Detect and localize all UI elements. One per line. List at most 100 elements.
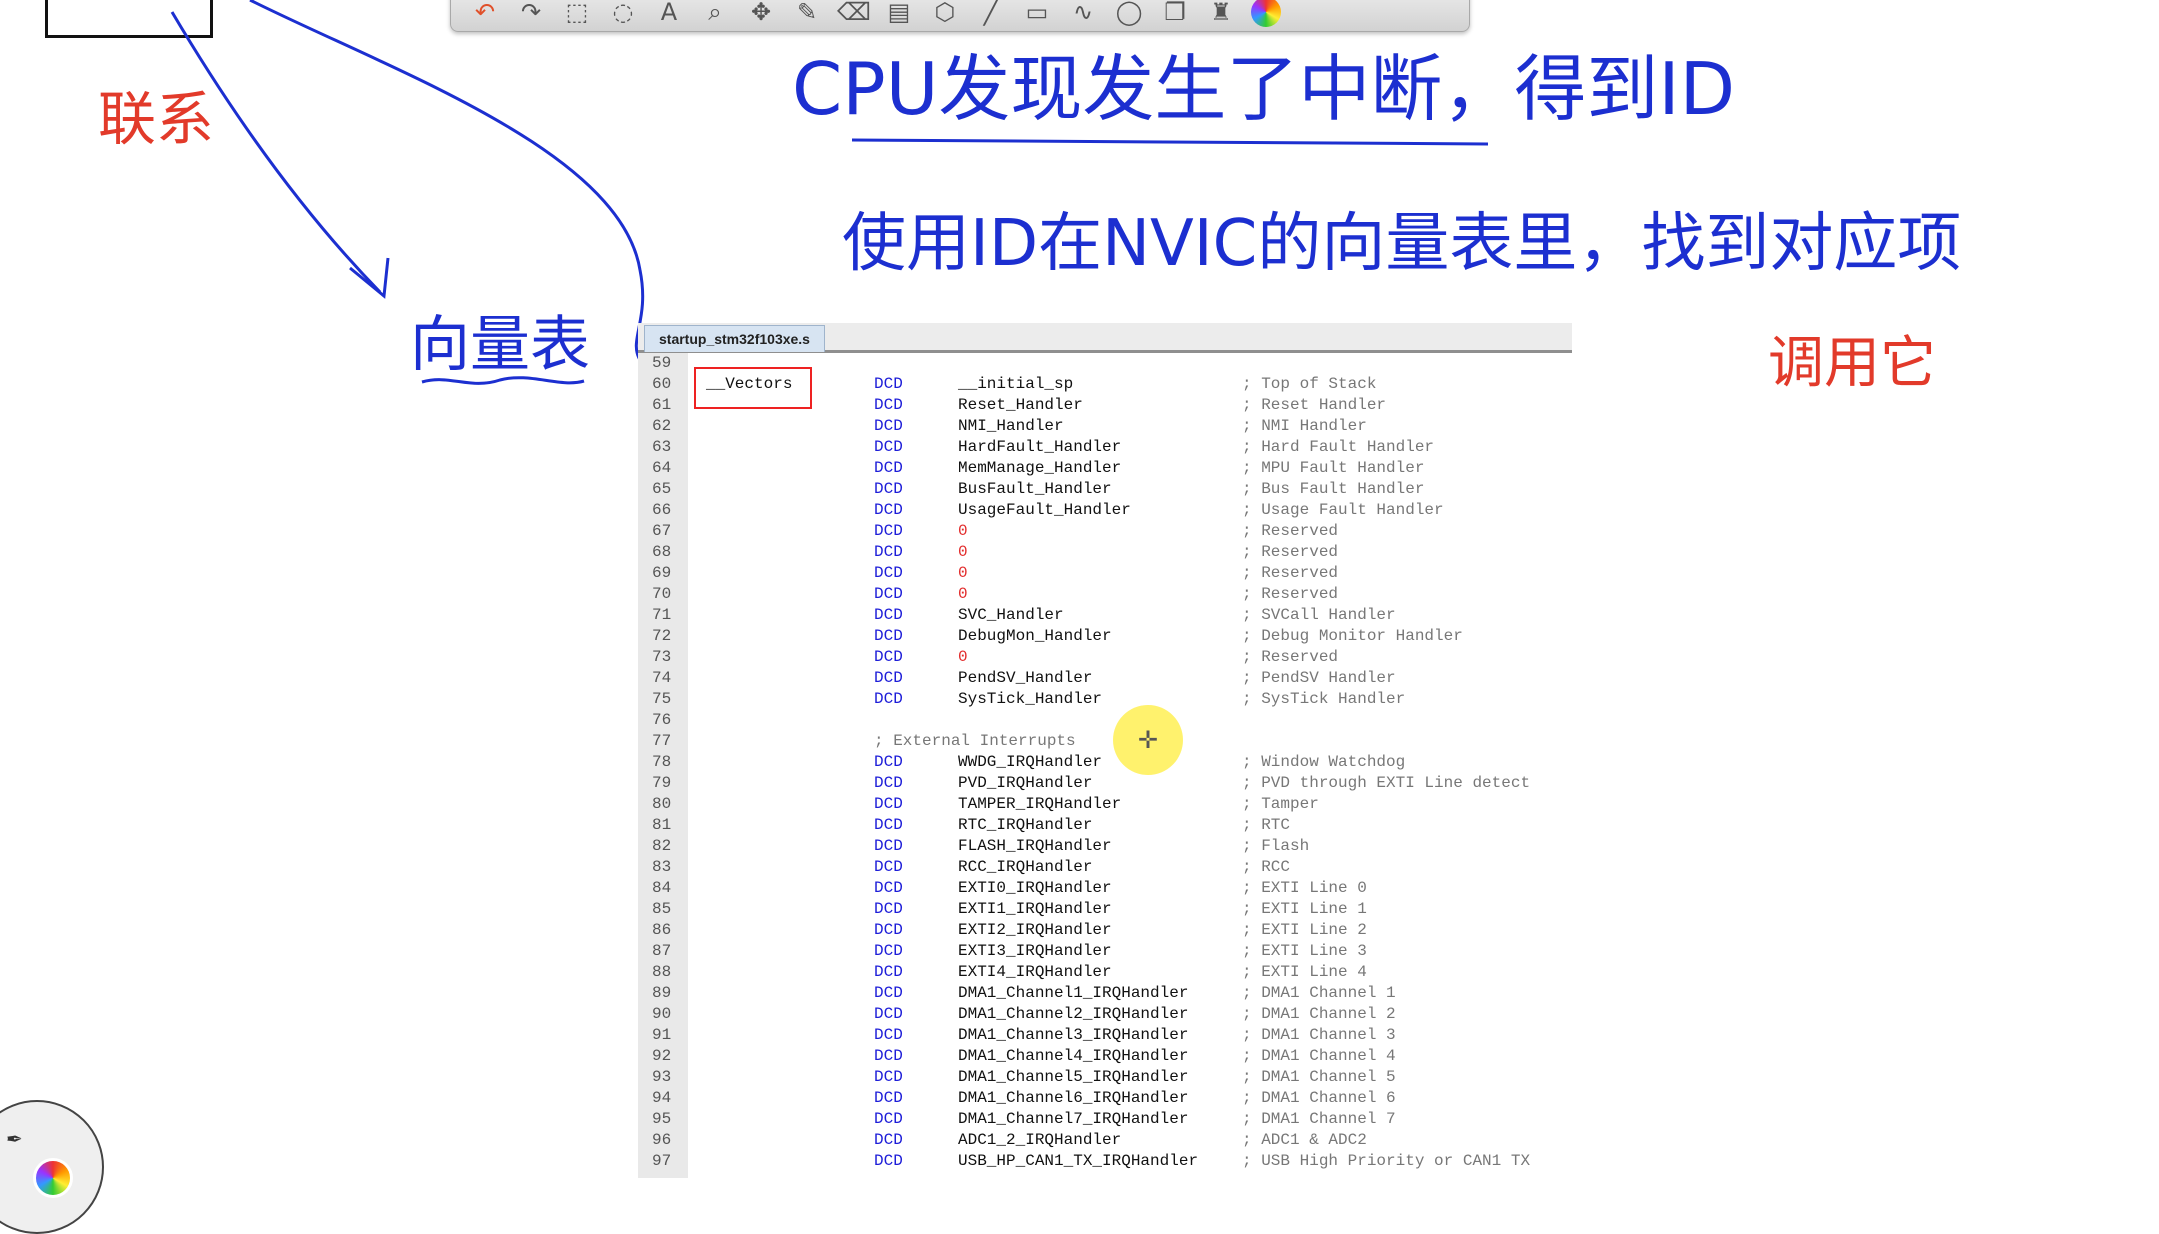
usage-annotation: 使用ID在NVIC的向量表里，找到对应项	[842, 207, 1962, 281]
pen-tip-icon: ✒	[6, 1127, 23, 1151]
code-line: 91 DCD DMA1_Channel3_IRQHandler ; DMA1 Chan…	[638, 1025, 1572, 1046]
line-number: 95	[652, 1110, 672, 1128]
code-directive: DCD	[874, 1089, 903, 1107]
code-line: 86 DCD EXTI2_IRQHandler ; EXTI Line 2	[638, 920, 1572, 941]
code-comment: ; EXTI Line 2	[1242, 921, 1367, 939]
code-comment: ; PVD through EXTI Line detect	[1242, 774, 1531, 792]
curve-icon[interactable]: ∿	[1067, 0, 1099, 26]
line-number: 60	[652, 375, 672, 393]
copy-icon[interactable]: ❐	[1159, 0, 1191, 26]
redo-icon[interactable]: ↷	[515, 0, 547, 26]
code-comment: ; USB High Priority or CAN1 TX	[1242, 1152, 1531, 1170]
line-number: 79	[652, 774, 672, 792]
line-number: 75	[652, 690, 672, 708]
code-line: 87 DCD EXTI3_IRQHandler ; EXTI Line 3	[638, 941, 1572, 962]
code-directive: DCD	[874, 984, 903, 1002]
line-icon[interactable]: ╱	[975, 0, 1007, 26]
code-directive: DCD	[874, 1068, 903, 1086]
code-line: 68 DCD 0 ; Reserved	[638, 542, 1572, 563]
rect-icon[interactable]: ▭	[1021, 0, 1053, 26]
zoom-icon[interactable]: ⌕	[699, 0, 731, 26]
file-tab[interactable]: startup_stm32f103xe.s	[644, 325, 825, 352]
lasso-icon[interactable]: ◌	[607, 0, 639, 26]
code-comment: ; Debug Monitor Handler	[1242, 627, 1463, 645]
code-comment: ; Reserved	[1242, 543, 1339, 561]
code-operand: PVD_IRQHandler	[958, 774, 1093, 792]
code-operand: 0	[958, 564, 968, 582]
code-operand: 0	[958, 522, 968, 540]
code-directive: DCD	[874, 396, 903, 414]
code-line: 93 DCD DMA1_Channel5_IRQHandler ; DMA1 Chan…	[638, 1067, 1572, 1088]
code-directive: DCD	[874, 417, 903, 435]
text-icon[interactable]: A	[653, 0, 685, 26]
line-number: 97	[652, 1152, 672, 1170]
pen-color-icon[interactable]	[33, 1158, 73, 1198]
line-number: 76	[652, 711, 672, 729]
code-comment: ; Flash	[1242, 837, 1310, 855]
code-operand: EXTI2_IRQHandler	[958, 921, 1112, 939]
arrowhead-vector-table	[349, 257, 390, 299]
code-directive: DCD	[874, 1131, 903, 1149]
line-number: 77	[652, 732, 672, 750]
code-comment: ; DMA1 Channel 3	[1242, 1026, 1396, 1044]
code-line: 76	[638, 710, 1572, 731]
code-comment: ; ADC1 & ADC2	[1242, 1131, 1367, 1149]
code-line: 67 DCD 0 ; Reserved	[638, 521, 1572, 542]
code-directive: DCD	[874, 522, 903, 540]
code-line: 83 DCD RCC_IRQHandler ; RCC	[638, 857, 1572, 878]
code-directive: DCD	[874, 900, 903, 918]
link-label: 联系	[98, 85, 215, 153]
code-directive: DCD	[874, 501, 903, 519]
line-number: 65	[652, 480, 672, 498]
line-number: 71	[652, 606, 672, 624]
code-line: 88 DCD EXTI4_IRQHandler ; EXTI Line 4	[638, 962, 1572, 983]
code-directive: DCD	[874, 627, 903, 645]
code-line: 61 DCD Reset_Handler ; Reset Handler	[638, 395, 1572, 416]
pen-icon[interactable]: ✎	[791, 0, 823, 26]
line-number: 92	[652, 1047, 672, 1065]
code-editor[interactable]: startup_stm32f103xe.s 59 60 __Vectors DCD __…	[638, 323, 1572, 1178]
shapes-icon[interactable]: ⬡	[929, 0, 961, 26]
code-line: 96 DCD ADC1_2_IRQHandler ; ADC1 & ADC2	[638, 1130, 1572, 1151]
code-directive: DCD	[874, 1110, 903, 1128]
ellipse-icon[interactable]: ◯	[1113, 0, 1145, 26]
rectangle-select-icon[interactable]: ⬚	[561, 0, 593, 26]
code-line: 69 DCD 0 ; Reserved	[638, 563, 1572, 584]
line-number: 94	[652, 1089, 672, 1107]
code-operand: PendSV_Handler	[958, 669, 1093, 687]
code-comment: ; SysTick Handler	[1242, 690, 1406, 708]
undo-icon[interactable]: ↶	[469, 0, 501, 26]
code-comment: ; EXTI Line 4	[1242, 963, 1367, 981]
whiteboard-canvas[interactable]: ↶ ↷ ⬚ ◌ A ⌕ ✥ ✎ ⌫ ▤ ⬡ ╱ ▭ ∿ ◯ ❐ ♜ 联系 向量表…	[0, 0, 2159, 1234]
hardware-box	[45, 0, 213, 38]
code-directive: DCD	[874, 921, 903, 939]
stamp-icon[interactable]: ♜	[1205, 0, 1237, 26]
line-number: 67	[652, 522, 672, 540]
eraser-icon[interactable]: ⌫	[837, 0, 871, 26]
code-directive: DCD	[874, 459, 903, 477]
code-comment: ; DMA1 Channel 6	[1242, 1089, 1396, 1107]
code-operand: Reset_Handler	[958, 396, 1083, 414]
title-annotation: CPU发现发生了中断，得到ID	[792, 47, 1736, 131]
highlighter-icon[interactable]: ▤	[883, 0, 915, 26]
color-palette-icon[interactable]	[1251, 0, 1281, 27]
code-operand: __initial_sp	[958, 375, 1074, 393]
code-comment: ; Reserved	[1242, 648, 1339, 666]
code-operand: FLASH_IRQHandler	[958, 837, 1112, 855]
code-comment: ; Reserved	[1242, 564, 1339, 582]
code-operand: EXTI1_IRQHandler	[958, 900, 1112, 918]
move-icon[interactable]: ✥	[745, 0, 777, 26]
code-line: 97 DCD USB_HP_CAN1_TX_IRQHandler ; USB High…	[638, 1151, 1572, 1172]
code-directive: DCD	[874, 480, 903, 498]
line-number: 73	[652, 648, 672, 666]
line-number: 86	[652, 921, 672, 939]
code-line: 80 DCD TAMPER_IRQHandler ; Tamper	[638, 794, 1572, 815]
code-comment: ; EXTI Line 0	[1242, 879, 1367, 897]
title-underline	[851, 138, 1489, 146]
code-comment: ; MPU Fault Handler	[1242, 459, 1425, 477]
code-directive: DCD	[874, 648, 903, 666]
code-comment: ; NMI Handler	[1242, 417, 1367, 435]
code-operand: HardFault_Handler	[958, 438, 1122, 456]
code-comment: ; DMA1 Channel 5	[1242, 1068, 1396, 1086]
code-line: 64 DCD MemManage_Handler ; MPU Fault Handle…	[638, 458, 1572, 479]
